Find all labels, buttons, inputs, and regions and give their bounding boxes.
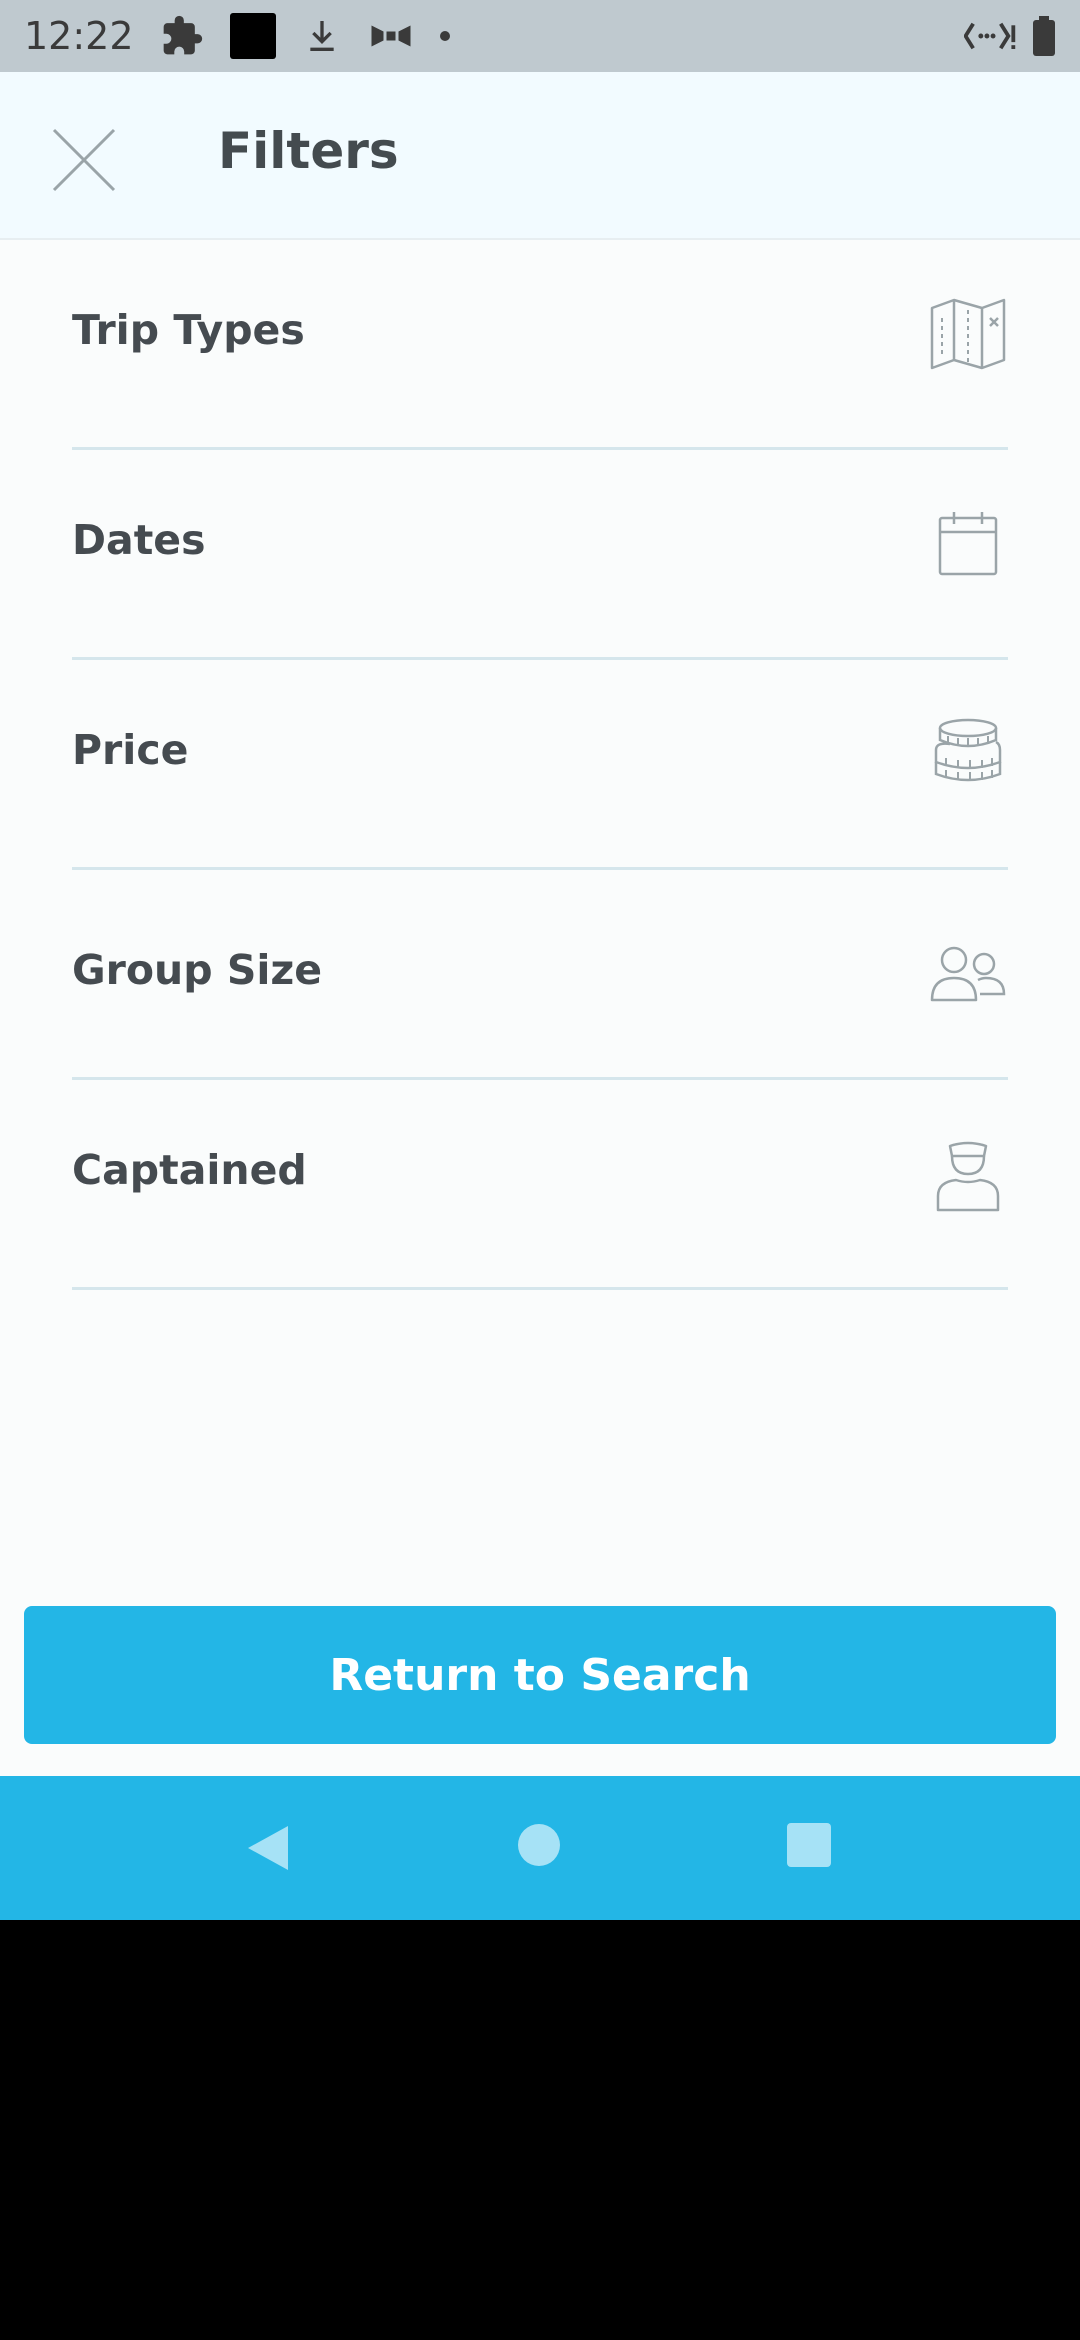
- home-icon: [518, 1824, 560, 1866]
- screen: 12:22 Filters Trip Types Dates Price Gro…: [0, 0, 1080, 2340]
- filter-row-dates[interactable]: Dates: [72, 450, 1008, 660]
- back-button[interactable]: [242, 1822, 294, 1874]
- filter-label: Captained: [72, 1146, 307, 1194]
- filter-list: Trip Types Dates Price Group Size Captai…: [72, 240, 1008, 1290]
- filter-row-group-size[interactable]: Group Size: [72, 870, 1008, 1080]
- filter-row-trip-types[interactable]: Trip Types: [72, 240, 1008, 450]
- filter-label: Trip Types: [72, 306, 305, 354]
- filter-label: Group Size: [72, 946, 323, 994]
- map-icon: [930, 298, 1006, 370]
- filters-screen: Filters Trip Types Dates Price Group Siz…: [0, 72, 1080, 1776]
- blank-area: [0, 1920, 1080, 2340]
- dot-icon: [439, 31, 450, 41]
- close-button[interactable]: [44, 120, 124, 200]
- return-to-search-button[interactable]: Return to Search: [24, 1606, 1056, 1744]
- download-icon: [309, 21, 334, 51]
- battery-icon: [1033, 16, 1055, 56]
- filter-label: Price: [72, 726, 189, 774]
- close-icon: [52, 128, 116, 192]
- signal-icon: [964, 22, 1016, 50]
- page-title: Filters: [218, 122, 399, 180]
- status-bar: 12:22: [0, 0, 1080, 72]
- recents-button[interactable]: [786, 1822, 838, 1874]
- system-nav-bar: [0, 1776, 1080, 1920]
- puzzle-icon: [163, 15, 202, 55]
- filter-label: Dates: [72, 516, 206, 564]
- home-button[interactable]: [516, 1822, 568, 1874]
- status-icons: [160, 13, 450, 59]
- calendar-icon: [938, 512, 998, 576]
- captain-icon: [936, 1141, 1000, 1212]
- coins-icon: [934, 718, 1002, 782]
- status-time: 12:22: [24, 14, 134, 58]
- filter-row-captained[interactable]: Captained: [72, 1080, 1008, 1290]
- black-square-icon: [229, 13, 276, 59]
- sync-icon: [371, 25, 411, 47]
- people-icon: [930, 946, 1006, 1002]
- back-icon: [248, 1826, 288, 1870]
- status-right: [964, 16, 1056, 56]
- recents-icon: [787, 1823, 831, 1867]
- top-app-bar: Filters: [0, 72, 1080, 240]
- filter-row-price[interactable]: Price: [72, 660, 1008, 870]
